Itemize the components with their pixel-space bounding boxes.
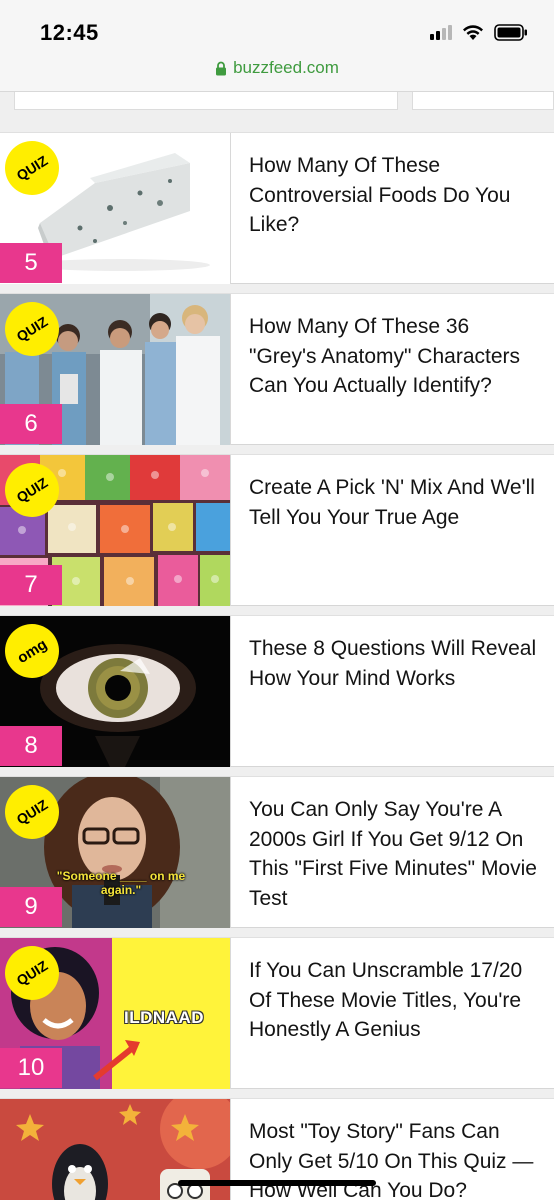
list-item[interactable]: omg 8 These 8 Questions Will Reveal How …	[0, 613, 554, 767]
status-time: 12:45	[40, 20, 99, 45]
wifi-icon	[463, 24, 483, 40]
address-bar[interactable]: buzzfeed.com	[0, 58, 554, 78]
item-title[interactable]: How Many Of These Controversial Foods Do…	[249, 151, 539, 240]
status-icons	[430, 22, 528, 42]
home-indicator[interactable]	[178, 1180, 376, 1186]
url-text: buzzfeed.com	[233, 58, 339, 77]
partial-card[interactable]	[14, 92, 398, 110]
item-title[interactable]: Most "Toy Story" Fans Can Only Get 5/10 …	[249, 1117, 539, 1200]
list-item[interactable]: QUIZ 5 How Many Of These Controversial F…	[0, 130, 554, 284]
rank-number: 7	[0, 565, 62, 605]
list-item[interactable]: "Someone ____ on me again." QUIZ 9 You C…	[0, 774, 554, 928]
rank-number: 6	[0, 404, 62, 444]
previous-row-partial	[0, 92, 554, 118]
rank-number: 9	[0, 887, 62, 927]
item-title[interactable]: How Many Of These 36 "Grey's Anatomy" Ch…	[249, 312, 539, 401]
item-title[interactable]: These 8 Questions Will Reveal How Your M…	[249, 634, 539, 693]
list-item[interactable]: QUIZ 6 How Many Of These 36 "Grey's Anat…	[0, 291, 554, 445]
list-item[interactable]: ILDNAAD QUIZ 10 If You Can Unscramble 17…	[0, 935, 554, 1089]
status-bar: 12:45 buzzfeed.com	[0, 0, 554, 92]
lock-icon	[216, 61, 227, 75]
item-title[interactable]: Create A Pick 'N' Mix And We'll Tell You…	[249, 473, 539, 532]
cellular-signal-icon	[430, 24, 452, 40]
item-title[interactable]: You Can Only Say You're A 2000s Girl If …	[249, 795, 539, 913]
rank-number: 10	[0, 1048, 62, 1088]
battery-icon	[494, 23, 527, 41]
rank-number: 5	[0, 243, 62, 283]
list-item[interactable]: QUIZ 7 Create A Pick 'N' Mix And We'll T…	[0, 452, 554, 606]
quiz-list: QUIZ 5 How Many Of These Controversial F…	[0, 130, 554, 1200]
scramble-label: ILDNAAD	[124, 1008, 204, 1027]
item-title[interactable]: If You Can Unscramble 17/20 Of These Mov…	[249, 956, 539, 1045]
partial-card[interactable]	[412, 92, 554, 110]
rank-number: 8	[0, 726, 62, 766]
